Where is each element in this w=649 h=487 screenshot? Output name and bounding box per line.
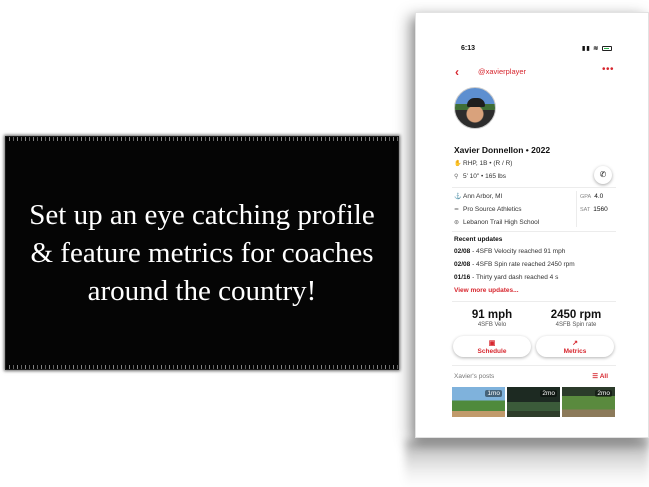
- stat-value: 2450 rpm: [550, 309, 602, 321]
- club-row: ≃ Pro Source Athletics: [454, 206, 522, 213]
- posts-label: Xavier's posts: [454, 373, 495, 380]
- phone-reflection: [405, 440, 649, 487]
- divider: [452, 365, 616, 366]
- chevron-left-icon[interactable]: ‹: [455, 65, 459, 79]
- divider: [452, 301, 616, 302]
- position-row: ✋ RHP, 1B • (R / R): [454, 160, 512, 167]
- divider: [452, 187, 616, 188]
- post-thumbnail[interactable]: 1mo: [452, 387, 505, 417]
- metrics-button[interactable]: ↗ Metrics: [536, 336, 614, 357]
- update-date: 02/08: [454, 248, 471, 255]
- sat-score: SAT 1560: [580, 206, 608, 213]
- player-name: Xavier Donnellon • 2022: [454, 145, 551, 155]
- size-text: 5' 10" • 165 lbs: [463, 173, 507, 180]
- throwing-hand-icon: ✋: [454, 161, 462, 167]
- calendar-icon: ▣: [488, 340, 496, 347]
- schedule-button[interactable]: ▣ Schedule: [453, 336, 531, 357]
- signal-icon: ▮▮: [582, 46, 591, 52]
- stat-label: 4SFB Velo: [477, 322, 507, 328]
- recent-updates-title: Recent updates: [454, 236, 503, 243]
- school-row: ⊛ Lebanon Trail High School: [454, 219, 539, 226]
- wifi-icon: ≋: [593, 46, 600, 52]
- location-text: Ann Arbor, MI: [463, 193, 503, 200]
- stat-spin: 2450 rpm 4SFB Spin rate: [536, 309, 616, 328]
- update-text: - Thirty yard dash reached 4 s: [470, 274, 559, 281]
- profile-handle: @xavierplayer: [478, 67, 527, 76]
- view-more-updates-link[interactable]: View more updates...: [454, 287, 519, 294]
- posts-all-label: All: [599, 373, 608, 380]
- post-age: 2mo: [540, 390, 557, 397]
- metrics-label: Metrics: [563, 348, 587, 355]
- stat-label: 4SFB Spin rate: [555, 322, 597, 328]
- post-thumbnail[interactable]: 2mo: [562, 387, 615, 417]
- nav-bar: ‹ @xavierplayer •••: [452, 64, 616, 79]
- avatar[interactable]: [454, 87, 496, 129]
- phone-icon: ✆: [599, 170, 607, 179]
- post-age: 2mo: [595, 390, 612, 397]
- status-bar: 6:13 ▮▮ ≋: [461, 45, 616, 55]
- chart-icon: ↗: [572, 340, 578, 347]
- filter-icon: ☰: [592, 373, 599, 380]
- stat-value: 91 mph: [471, 309, 513, 321]
- club-text: Pro Source Athletics: [463, 206, 522, 213]
- size-row: ⚲ 5' 10" • 165 lbs: [454, 173, 506, 180]
- update-item: 02/08 - 4SFB Spin rate reached 2450 rpm: [454, 261, 575, 268]
- sat-value: 1560: [593, 206, 608, 213]
- update-item: 02/08 - 4SFB Velocity reached 91 mph: [454, 248, 565, 255]
- status-icons: ▮▮ ≋: [582, 45, 612, 52]
- gpa-value: 4.0: [594, 193, 604, 200]
- divider: [452, 231, 616, 232]
- school-text: Lebanon Trail High School: [463, 219, 540, 226]
- club-icon: ≃: [454, 207, 460, 213]
- status-time: 6:13: [461, 45, 476, 52]
- update-date: 02/08: [454, 261, 471, 268]
- post-thumbnail[interactable]: 2mo: [507, 387, 560, 417]
- callout-text: Set up an eye catching profile & feature…: [29, 199, 375, 307]
- person-icon: ⚲: [454, 174, 459, 180]
- update-item: 01/16 - Thirty yard dash reached 4 s: [454, 274, 558, 281]
- update-text: - 4SFB Velocity reached 91 mph: [470, 248, 566, 255]
- stat-velo: 91 mph 4SFB Velo: [452, 309, 532, 328]
- gpa-score: GPA 4.0: [580, 193, 603, 200]
- sat-label: SAT: [580, 207, 591, 213]
- phone-mockup: 6:13 ▮▮ ≋ ‹ @xavierplayer ••• Xavier Don…: [415, 12, 649, 438]
- score-divider: [576, 191, 577, 227]
- schedule-label: Schedule: [477, 348, 507, 355]
- location-icon: ⚓: [454, 194, 462, 200]
- update-date: 01/16: [454, 274, 471, 281]
- battery-icon: [602, 45, 612, 51]
- profile-screen: 6:13 ▮▮ ≋ ‹ @xavierplayer ••• Xavier Don…: [452, 13, 616, 437]
- posts-all-link[interactable]: ☰ All: [592, 372, 608, 380]
- promo-callout: Set up an eye catching profile & feature…: [6, 137, 398, 369]
- more-icon[interactable]: •••: [602, 64, 614, 75]
- phone-button[interactable]: ✆: [594, 166, 612, 184]
- post-age: 1mo: [485, 390, 502, 397]
- location-row: ⚓ Ann Arbor, MI: [454, 193, 502, 200]
- position-text: RHP, 1B • (R / R): [463, 160, 513, 167]
- gpa-label: GPA: [580, 194, 592, 200]
- update-text: - 4SFB Spin rate reached 2450 rpm: [470, 261, 575, 268]
- school-icon: ⊛: [454, 220, 460, 226]
